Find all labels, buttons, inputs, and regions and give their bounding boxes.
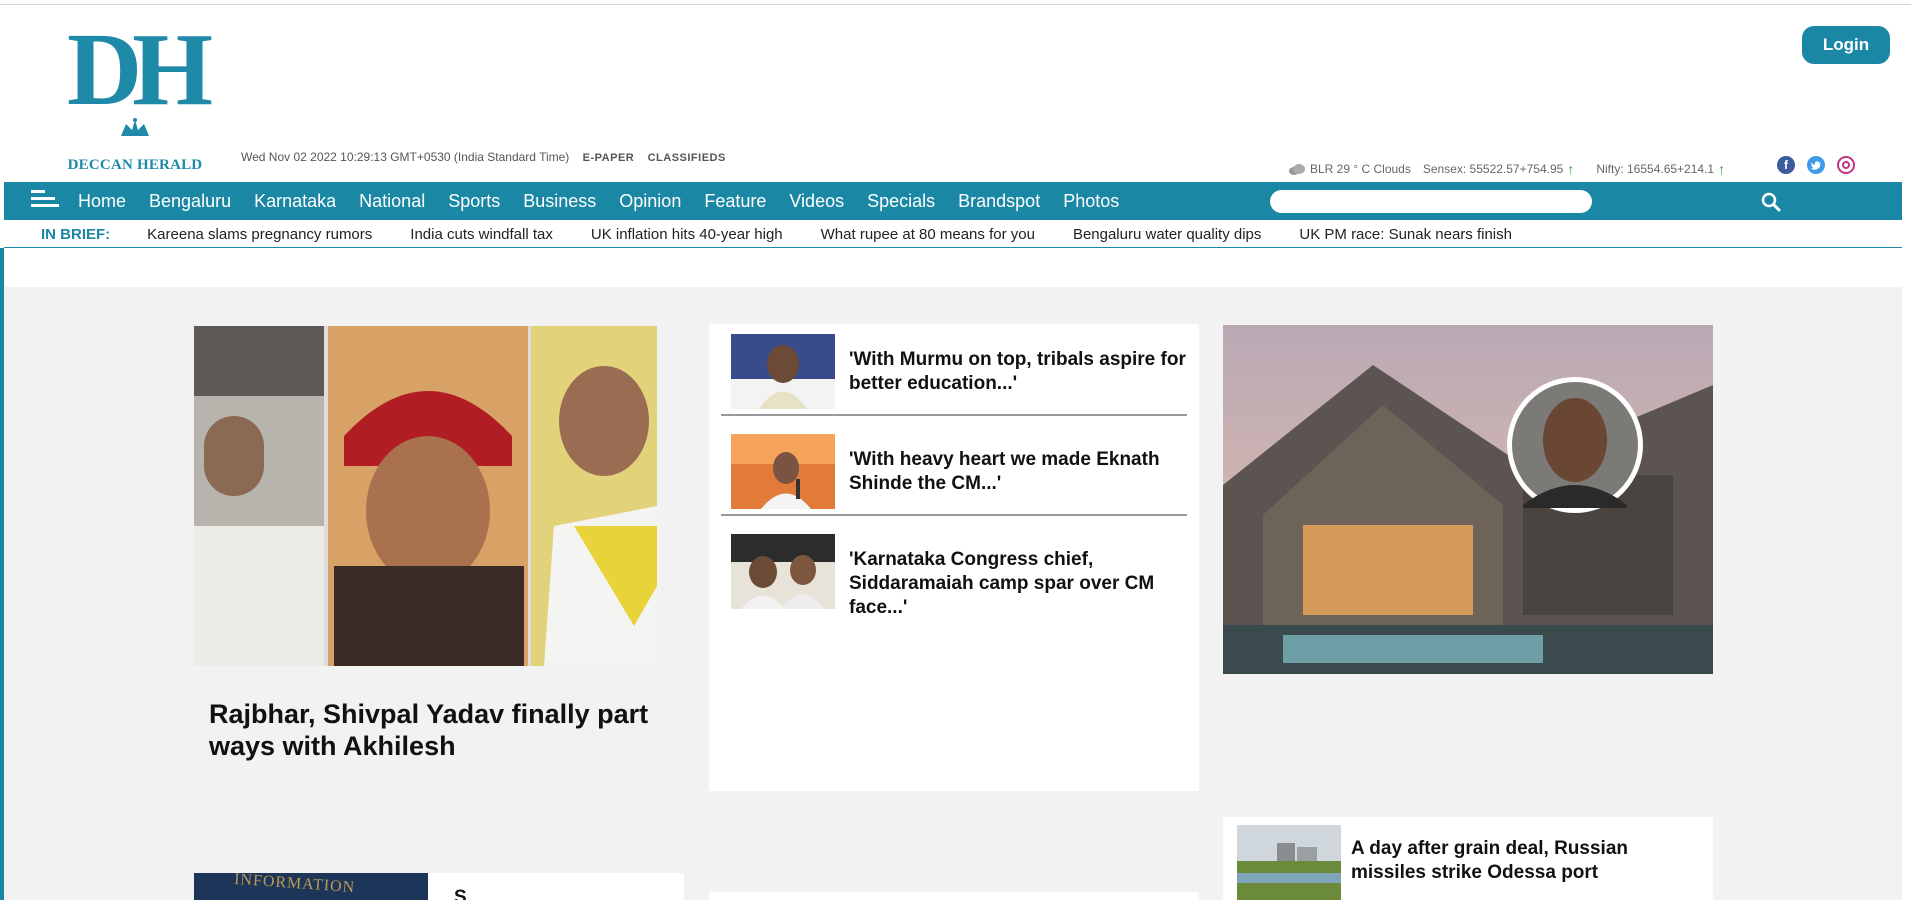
in-brief-item[interactable]: Bengaluru water quality dips bbox=[1073, 226, 1261, 243]
nav-item-business[interactable]: Business bbox=[523, 191, 596, 212]
in-brief-label: IN BRIEF: bbox=[41, 226, 111, 243]
story-headline[interactable]: 'With Murmu on top, tribals aspire for b… bbox=[849, 348, 1199, 396]
in-brief-item[interactable]: What rupee at 80 means for you bbox=[821, 226, 1035, 243]
nav-item-sports[interactable]: Sports bbox=[448, 191, 500, 212]
list-item[interactable]: 'With Murmu on top, tribals aspire for b… bbox=[721, 324, 1189, 416]
nav-item-feature[interactable]: Feature bbox=[704, 191, 766, 212]
deccan-herald-logo[interactable]: DH DECCAN HERALD bbox=[60, 12, 213, 174]
story-headline[interactable]: A day after grain deal, Russian missiles… bbox=[1351, 837, 1691, 885]
nifty-readout: Nifty: 16554.65+214.1 bbox=[1596, 162, 1715, 176]
story-thumbnail[interactable] bbox=[1237, 825, 1341, 900]
nav-item-specials[interactable]: Specials bbox=[867, 191, 935, 212]
nifty-up-arrow-icon: ↑ bbox=[1718, 161, 1726, 177]
story-thumbnail[interactable] bbox=[731, 334, 835, 409]
story-headline[interactable]: 'Karnataka Congress chief, Siddaramaiah … bbox=[849, 548, 1199, 620]
story-thumbnail[interactable]: INFORMATION bbox=[194, 873, 428, 900]
list-item[interactable]: A day after grain deal, Russian missiles… bbox=[1223, 817, 1713, 900]
cloud-icon bbox=[1289, 164, 1305, 175]
in-brief-item[interactable]: India cuts windfall tax bbox=[410, 226, 553, 243]
feature-story-image[interactable] bbox=[1223, 325, 1713, 674]
nav-item-karnataka[interactable]: Karnataka bbox=[254, 191, 336, 212]
top-rule bbox=[0, 0, 1911, 5]
story-card-edge bbox=[709, 892, 1199, 900]
list-item[interactable]: INFORMATION S bbox=[194, 873, 684, 900]
lead-story-title[interactable]: Rajbhar, Shivpal Yadav finally part ways… bbox=[209, 698, 649, 762]
social-links: f bbox=[1777, 156, 1855, 174]
story-headline[interactable]: S bbox=[454, 887, 467, 900]
divider bbox=[721, 414, 1187, 416]
thumbnail-text: INFORMATION bbox=[233, 873, 356, 897]
facebook-icon[interactable]: f bbox=[1777, 156, 1795, 174]
top-stories-list: 'With Murmu on top, tribals aspire for b… bbox=[709, 324, 1199, 791]
nav-item-videos[interactable]: Videos bbox=[789, 191, 844, 212]
logo-name: DECCAN HERALD bbox=[67, 157, 203, 173]
in-brief-item[interactable]: UK PM race: Sunak nears finish bbox=[1299, 226, 1512, 243]
in-brief-item[interactable]: Kareena slams pregnancy rumors bbox=[147, 226, 372, 243]
weather-readout: BLR 29 ° C Clouds bbox=[1310, 162, 1411, 176]
dateline: Wed Nov 02 2022 10:29:13 GMT+0530 (India… bbox=[241, 150, 726, 164]
story-thumbnail[interactable] bbox=[731, 434, 835, 509]
nav-item-photos[interactable]: Photos bbox=[1063, 191, 1119, 212]
login-button[interactable]: Login bbox=[1802, 26, 1890, 64]
nav-item-national[interactable]: National bbox=[359, 191, 425, 212]
epaper-link[interactable]: E-PAPER bbox=[583, 152, 635, 164]
classifieds-link[interactable]: CLASSIFIEDS bbox=[648, 152, 726, 164]
market-ticker: BLR 29 ° C Clouds Sensex: 55522.57+754.9… bbox=[1288, 160, 1743, 178]
story-thumbnail[interactable] bbox=[731, 534, 835, 609]
instagram-icon[interactable] bbox=[1837, 156, 1855, 174]
list-item[interactable]: 'Karnataka Congress chief, Siddaramaiah … bbox=[721, 524, 1189, 618]
logo-mark: DH bbox=[67, 12, 213, 127]
in-brief-item[interactable]: UK inflation hits 40-year high bbox=[591, 226, 783, 243]
nav-items: Home Bengaluru Karnataka National Sports… bbox=[78, 182, 1119, 220]
current-date: Wed Nov 02 2022 10:29:13 GMT+0530 (India… bbox=[241, 150, 570, 164]
menu-icon[interactable] bbox=[31, 190, 59, 212]
in-brief-items: Kareena slams pregnancy rumors India cut… bbox=[147, 226, 1512, 243]
nav-item-home[interactable]: Home bbox=[78, 191, 126, 212]
logo-emblem-icon bbox=[121, 118, 149, 136]
list-item[interactable]: 'With heavy heart we made Eknath Shinde … bbox=[721, 424, 1189, 516]
divider bbox=[721, 514, 1187, 516]
in-brief-bar: IN BRIEF: Kareena slams pregnancy rumors… bbox=[4, 222, 1902, 248]
lead-story-image[interactable] bbox=[194, 326, 657, 666]
nav-item-opinion[interactable]: Opinion bbox=[619, 191, 681, 212]
twitter-icon[interactable] bbox=[1807, 156, 1825, 174]
story-headline[interactable]: 'With heavy heart we made Eknath Shinde … bbox=[849, 448, 1199, 496]
sensex-up-arrow-icon: ↑ bbox=[1567, 161, 1575, 177]
search-icon[interactable] bbox=[1760, 191, 1782, 213]
search-input[interactable] bbox=[1270, 190, 1592, 213]
nav-item-brandspot[interactable]: Brandspot bbox=[958, 191, 1040, 212]
sensex-readout: Sensex: 55522.57+754.95 bbox=[1422, 162, 1564, 176]
main-nav: Home Bengaluru Karnataka National Sports… bbox=[4, 182, 1902, 220]
nav-item-bengaluru[interactable]: Bengaluru bbox=[149, 191, 231, 212]
